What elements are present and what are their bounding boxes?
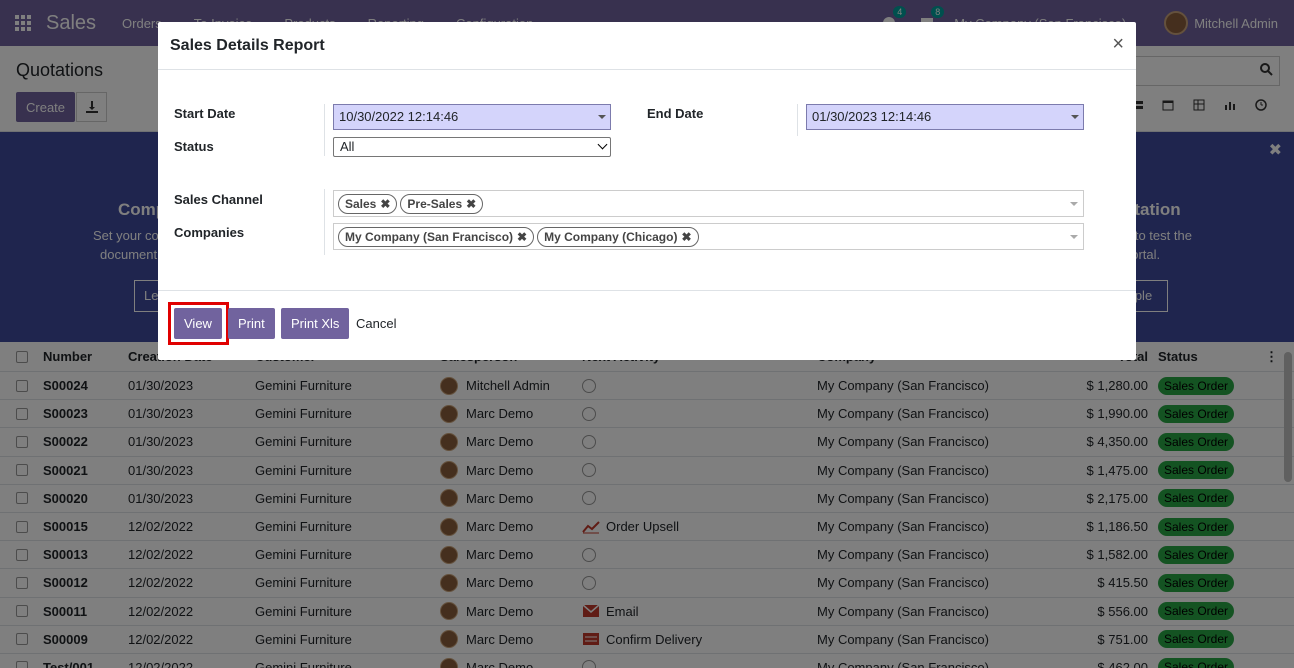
company-tag: My Company (San Francisco) ✖ xyxy=(338,227,535,247)
status-value: All xyxy=(340,139,355,154)
status-select[interactable]: All xyxy=(333,137,611,157)
close-icon[interactable]: × xyxy=(1112,33,1124,56)
companies-label: Companies xyxy=(174,225,245,240)
sales-channel-label: Sales Channel xyxy=(174,192,263,207)
end-date-field[interactable]: 01/30/2023 12:14:46 xyxy=(806,104,1084,130)
chevron-down-icon xyxy=(1070,235,1078,239)
end-date-label: End Date xyxy=(647,106,704,121)
cancel-button[interactable]: Cancel xyxy=(356,308,396,339)
print-xls-button[interactable]: Print Xls xyxy=(281,308,350,339)
companies-field[interactable]: My Company (San Francisco) ✖ My Company (… xyxy=(333,223,1084,250)
divider xyxy=(324,104,325,156)
start-date-field[interactable]: 10/30/2022 12:14:46 xyxy=(333,104,611,130)
chevron-down-icon xyxy=(597,139,608,150)
dialog-footer: View Print Print Xls Cancel xyxy=(158,290,1136,360)
sales-channel-tag: Sales ✖ xyxy=(338,194,398,214)
dialog-header: Sales Details Report × xyxy=(158,22,1136,70)
remove-tag-icon[interactable]: ✖ xyxy=(466,197,476,211)
end-date-value: 01/30/2023 12:14:46 xyxy=(812,109,932,124)
divider xyxy=(797,104,798,136)
dialog-title: Sales Details Report xyxy=(170,37,325,54)
remove-tag-icon[interactable]: ✖ xyxy=(517,230,527,244)
status-label: Status xyxy=(174,139,214,154)
chevron-down-icon xyxy=(598,115,606,119)
sales-details-dialog: Sales Details Report × Start Date 10/30/… xyxy=(158,22,1136,360)
start-date-label: Start Date xyxy=(174,106,236,121)
remove-tag-icon[interactable]: ✖ xyxy=(681,230,691,244)
print-button[interactable]: Print xyxy=(228,308,275,339)
sales-channel-field[interactable]: Sales ✖ Pre-Sales ✖ xyxy=(333,190,1084,217)
start-date-value: 10/30/2022 12:14:46 xyxy=(339,109,459,124)
sales-channel-tag: Pre-Sales ✖ xyxy=(400,194,484,214)
company-tag: My Company (Chicago) ✖ xyxy=(537,227,699,247)
chevron-down-icon xyxy=(1070,202,1078,206)
chevron-down-icon xyxy=(1071,115,1079,119)
remove-tag-icon[interactable]: ✖ xyxy=(380,197,390,211)
divider xyxy=(324,189,325,255)
view-button[interactable]: View xyxy=(174,308,222,339)
